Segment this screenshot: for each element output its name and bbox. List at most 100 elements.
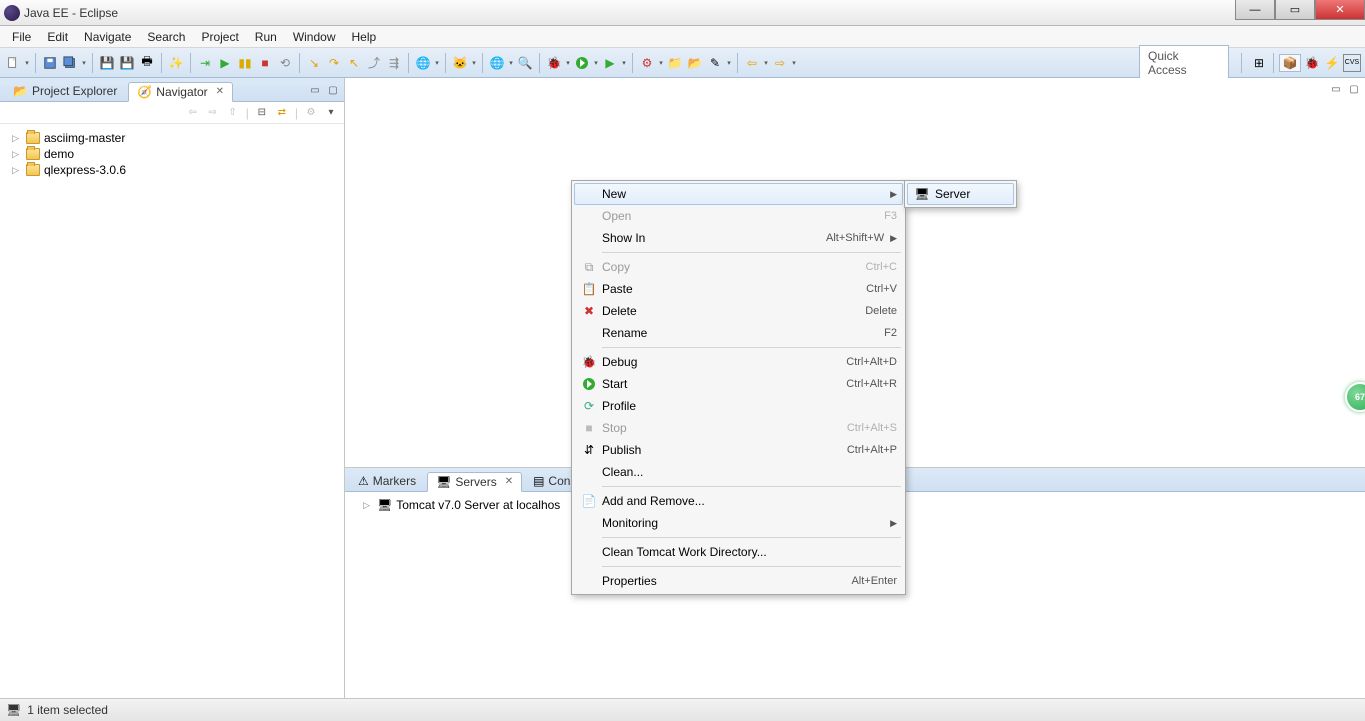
ctx-new[interactable]: New ▶ — [574, 183, 903, 205]
expand-icon[interactable]: ▷ — [363, 500, 373, 511]
ext-tools-icon[interactable]: ⚙ — [638, 54, 656, 72]
save-all-icon[interactable] — [61, 54, 79, 72]
filter-nav-icon[interactable]: ⚙ — [304, 106, 318, 120]
ctx-show-in[interactable]: Show In Alt+Shift+W ▶ — [574, 227, 903, 249]
ctx-properties[interactable]: Properties Alt+Enter — [574, 570, 903, 592]
debug-icon[interactable]: 🐞 — [545, 54, 563, 72]
ctx-clean-tomcat[interactable]: Clean Tomcat Work Directory... — [574, 541, 903, 563]
tree-item[interactable]: ▷ qlexpress-3.0.6 — [2, 162, 342, 178]
tab-markers[interactable]: ⚠ Markers — [349, 471, 425, 490]
add-remove-icon: 📄 — [582, 494, 597, 508]
edit-icon[interactable]: ✎ — [706, 54, 724, 72]
project-label: asciimg-master — [44, 131, 125, 145]
collapse-all-icon[interactable]: ⊟ — [255, 106, 269, 120]
cvs-perspective-icon[interactable]: CVS — [1343, 54, 1361, 72]
menu-help[interactable]: Help — [344, 28, 385, 46]
quick-access-input[interactable]: Quick Access — [1139, 45, 1229, 81]
ctx-start[interactable]: Start Ctrl+Alt+R — [574, 373, 903, 395]
close-icon[interactable]: ✕ — [505, 476, 513, 487]
menu-window[interactable]: Window — [285, 28, 344, 46]
submenu-icon: ▶ — [890, 233, 897, 244]
status-bar: 🖥 1 item selected — [0, 698, 1365, 721]
debug-skip-icon[interactable]: ⇥ — [196, 54, 214, 72]
globe2-icon[interactable]: 🌐 — [488, 54, 506, 72]
tab-project-explorer[interactable]: 📂 Project Explorer — [4, 81, 126, 100]
tab-label: Markers — [373, 474, 416, 488]
javaee-perspective-icon[interactable]: 📦 — [1279, 54, 1301, 72]
ctx-publish[interactable]: ⇵ Publish Ctrl+Alt+P — [574, 439, 903, 461]
folder-icon: 📂 — [13, 84, 28, 98]
close-icon[interactable]: ✕ — [216, 86, 224, 97]
maximize-button[interactable]: ▭ — [1275, 0, 1315, 20]
server-perspective-icon[interactable]: ⚡ — [1323, 54, 1341, 72]
menu-run[interactable]: Run — [247, 28, 285, 46]
back-icon[interactable]: ⇦ — [743, 54, 761, 72]
menu-project[interactable]: Project — [193, 28, 246, 46]
resume-icon[interactable]: ▶ — [216, 54, 234, 72]
menu-search[interactable]: Search — [139, 28, 193, 46]
run-icon[interactable] — [573, 54, 591, 72]
window-title: Java EE - Eclipse — [24, 6, 118, 20]
wand-icon[interactable]: ✨ — [167, 54, 185, 72]
tree-item[interactable]: ▷ asciimg-master — [2, 130, 342, 146]
new-folder-icon[interactable]: 📁 — [666, 54, 684, 72]
new-icon[interactable] — [4, 54, 22, 72]
close-button[interactable]: ✕ — [1315, 0, 1365, 20]
search2-icon[interactable]: 🔍 — [516, 54, 534, 72]
menu-navigate[interactable]: Navigate — [76, 28, 139, 46]
expand-icon[interactable]: ▷ — [12, 165, 22, 176]
submenu-server[interactable]: 🖥 Server — [907, 183, 1014, 205]
step-return-icon[interactable]: ↖ — [345, 54, 363, 72]
forward-nav-icon[interactable]: ⇨ — [206, 106, 220, 120]
tree-item[interactable]: ▷ demo — [2, 146, 342, 162]
ctx-profile[interactable]: ⟳ Profile — [574, 395, 903, 417]
ctx-copy: ⧉ Copy Ctrl+C — [574, 256, 903, 278]
print-icon[interactable]: 🖶 — [138, 54, 156, 72]
save-all2-icon[interactable]: 💾 — [118, 54, 136, 72]
tab-navigator[interactable]: 🧭 Navigator ✕ — [128, 82, 233, 102]
link-editor-icon[interactable]: ⇄ — [275, 106, 289, 120]
tab-servers[interactable]: 🖥 Servers ✕ — [427, 472, 522, 492]
menu-edit[interactable]: Edit — [39, 28, 76, 46]
ctx-clean[interactable]: Clean... — [574, 461, 903, 483]
open-perspective-icon[interactable]: ⊞ — [1250, 54, 1268, 72]
save-icon[interactable] — [41, 54, 59, 72]
maximize-editor-icon[interactable]: ▢ — [1347, 82, 1361, 96]
save-disk-icon[interactable]: 💾 — [98, 54, 116, 72]
ctx-debug[interactable]: 🐞 Debug Ctrl+Alt+D — [574, 351, 903, 373]
minimize-button[interactable]: — — [1235, 0, 1275, 20]
menu-file[interactable]: File — [4, 28, 39, 46]
step-over-icon[interactable]: ↷ — [325, 54, 343, 72]
globe-icon[interactable]: 🌐 — [414, 54, 432, 72]
ctx-stop: ■ Stop Ctrl+Alt+S — [574, 417, 903, 439]
step-into-icon[interactable]: ↘ — [305, 54, 323, 72]
forward-icon[interactable]: ⇨ — [771, 54, 789, 72]
expand-icon[interactable]: ▷ — [12, 149, 22, 160]
maximize-view-icon[interactable]: ▢ — [326, 84, 340, 98]
expand-icon[interactable]: ▷ — [12, 133, 22, 144]
dropdown-icon[interactable]: ▾ — [24, 59, 30, 67]
ctx-delete[interactable]: ✖ Delete Delete — [574, 300, 903, 322]
disconnect-icon[interactable]: ⟲ — [276, 54, 294, 72]
ctx-paste[interactable]: 📋 Paste Ctrl+V — [574, 278, 903, 300]
ctx-rename[interactable]: Rename F2 — [574, 322, 903, 344]
debug-perspective-icon[interactable]: 🐞 — [1303, 54, 1321, 72]
filter-icon[interactable]: ⇶ — [385, 54, 403, 72]
terminate-icon[interactable]: ■ — [256, 54, 274, 72]
paste-icon: 📋 — [582, 282, 597, 296]
minimize-editor-icon[interactable]: ▭ — [1329, 82, 1343, 96]
submenu-icon: ▶ — [890, 518, 897, 529]
run-last-icon[interactable]: ▶ — [601, 54, 619, 72]
submenu-new: 🖥 Server — [904, 180, 1017, 208]
view-menu-icon[interactable]: ▾ — [324, 106, 338, 120]
drop-frame-icon[interactable]: ⤴ — [365, 54, 383, 72]
status-icon: 🖥 — [6, 703, 21, 717]
ctx-monitoring[interactable]: Monitoring ▶ — [574, 512, 903, 534]
open-folder-icon[interactable]: 📂 — [686, 54, 704, 72]
up-nav-icon[interactable]: ⇧ — [226, 106, 240, 120]
minimize-view-icon[interactable]: ▭ — [308, 84, 322, 98]
back-nav-icon[interactable]: ⇦ — [186, 106, 200, 120]
ctx-add-remove[interactable]: 📄 Add and Remove... — [574, 490, 903, 512]
suspend-icon[interactable]: ▮▮ — [236, 54, 254, 72]
tomcat-icon[interactable]: 🐱 — [451, 54, 469, 72]
